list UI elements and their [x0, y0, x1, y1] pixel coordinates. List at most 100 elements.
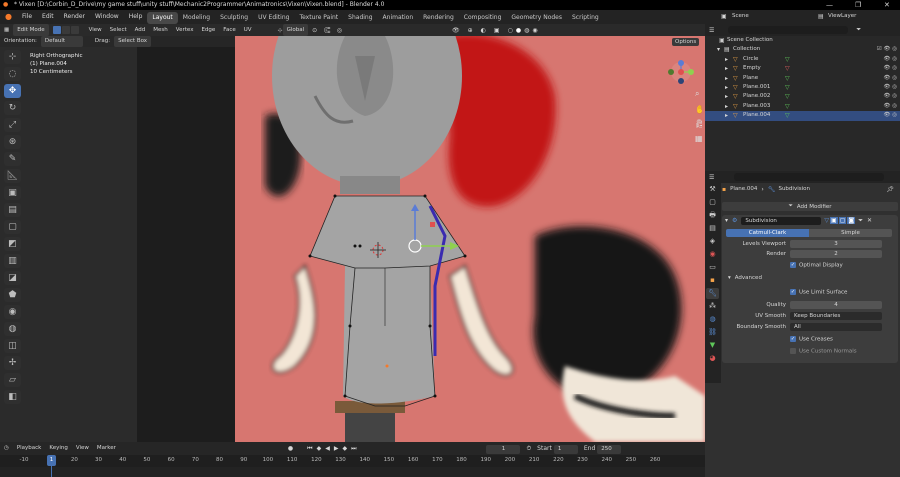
tab-texture-paint[interactable]: Texture Paint [294, 12, 343, 24]
expand-arrow-icon[interactable]: ▸ [725, 55, 728, 64]
tab-compositing[interactable]: Compositing [459, 12, 507, 24]
snap-icon[interactable]: 🧲︎ [323, 27, 331, 34]
maximize-button[interactable]: ❐ [855, 0, 861, 10]
expand-arrow-icon[interactable]: ▾ [717, 45, 720, 54]
menu-file[interactable]: File [17, 10, 37, 24]
use-custom-normals-checkbox[interactable]: Use Custom Normals [790, 348, 857, 355]
outliner-item[interactable]: ▸ ▽ Plane ▽ 👁︎ ◎ [705, 74, 900, 83]
tab-catmull-clark[interactable]: Catmull-Clark [726, 229, 809, 237]
inset-tool-icon[interactable]: ▢ [4, 220, 21, 234]
vertex-select-icon[interactable] [52, 26, 61, 34]
current-frame-field[interactable]: 1 [486, 445, 521, 454]
axis-gizmo-icon[interactable]: ⌕ ✋ 🎥︎ ▦ [660, 60, 705, 150]
transform-orientation-dropdown[interactable]: Global [282, 24, 309, 36]
expand-arrow-icon[interactable]: ▸ [725, 74, 728, 83]
world-tab-icon[interactable]: ◉ [706, 249, 719, 260]
object-data-icon[interactable]: ▽ [785, 102, 790, 111]
render-tab-icon[interactable]: ▢ [706, 197, 719, 208]
outliner-item[interactable]: ▸ ▽ Plane.002 ▽ 👁︎ ◎ [705, 92, 900, 101]
expand-arrow-icon[interactable]: ▸ [725, 92, 728, 101]
timeline-ruler[interactable]: -101020304050607080901001101201301401501… [0, 455, 705, 467]
viewport-toggle-icon[interactable]: ▢ [838, 217, 847, 224]
visibility-icon[interactable]: 👁︎ ◎ [883, 102, 897, 111]
prev-key-icon[interactable]: ◆ [317, 445, 322, 452]
visibility-icon[interactable]: 👁︎ ◎ [883, 111, 897, 120]
start-frame-field[interactable]: 1 [553, 445, 578, 454]
outliner-item[interactable]: ▸ ▽ Plane.004 ▽ 👁︎ ◎ [705, 111, 900, 121]
menu-view[interactable]: View [85, 24, 106, 36]
menu-mesh[interactable]: Mesh [149, 24, 171, 36]
expand-arrow-icon[interactable]: ▸ [725, 64, 728, 73]
object-data-icon[interactable]: ▽ [785, 83, 790, 92]
viewlayer-selector[interactable]: ViewLayer [828, 13, 856, 19]
object-tab-icon[interactable]: ▪ [706, 275, 719, 286]
solid-shading-icon[interactable]: ● [516, 27, 521, 34]
object-data-icon[interactable]: ▽ [785, 64, 790, 73]
object-data-icon[interactable]: ▽ [785, 55, 790, 64]
measure-tool-icon[interactable]: 📐︎ [4, 169, 21, 183]
properties-editor-icon[interactable]: ☰ [709, 174, 714, 181]
next-key-icon[interactable]: ◆ [342, 445, 347, 452]
jump-end-icon[interactable]: ⏭ [351, 445, 356, 453]
visibility-icon[interactable]: 👁︎ ◎ [883, 64, 897, 73]
edit-mode-toggle-icon[interactable]: ▽ [824, 217, 829, 224]
optimal-display-checkbox[interactable]: ✓ Optimal Display [790, 262, 843, 269]
visibility-icon[interactable]: 👁︎ [452, 27, 460, 34]
modifier-menu-icon[interactable]: ⏷ [858, 217, 863, 225]
orientation-dropdown[interactable]: Default [40, 36, 83, 47]
render-levels-field[interactable]: 2 [790, 250, 882, 258]
end-frame-field[interactable]: 250 [597, 445, 622, 454]
menu-keying[interactable]: Keying [45, 442, 71, 455]
constraints-tab-icon[interactable]: ⛓︎ [706, 327, 719, 338]
menu-render[interactable]: Render [59, 10, 90, 24]
menu-select[interactable]: Select [106, 24, 131, 36]
bevel-tool-icon[interactable]: ◩ [4, 237, 21, 251]
annotate-tool-icon[interactable]: ✎ [4, 152, 21, 166]
view-layer-tab-icon[interactable]: ▤ [706, 223, 719, 234]
add-modifier-button[interactable]: ⏷ Add Modifier [722, 202, 898, 211]
use-creases-checkbox[interactable]: ✓ Use Creases [790, 336, 833, 343]
cursor-tool-icon[interactable]: ⊹ [4, 50, 21, 64]
advanced-subpanel-header[interactable]: ▾ Advanced [728, 275, 762, 281]
move-tool-icon[interactable]: ✥ [4, 84, 21, 98]
jump-start-icon[interactable]: ⏮ [307, 445, 312, 453]
face-select-icon[interactable] [70, 26, 79, 34]
menu-window[interactable]: Window [90, 10, 124, 24]
outliner-item[interactable]: ▸ ▽ Plane.001 ▽ 👁︎ ◎ [705, 83, 900, 92]
poly-build-tool-icon[interactable]: ⬟ [4, 288, 21, 302]
expand-arrow-icon[interactable]: ▸ [725, 111, 728, 120]
blender-menu-icon[interactable]: ● [0, 10, 17, 24]
particles-tab-icon[interactable]: ⁂ [706, 301, 719, 312]
menu-face[interactable]: Face [219, 24, 239, 36]
scale-tool-icon[interactable]: ⤢ [4, 118, 21, 132]
gizmo-toggle-icon[interactable]: ⊕ [468, 27, 473, 34]
tab-animation[interactable]: Animation [378, 12, 419, 24]
navigation-gizmo[interactable]: ⌕ ✋ 🎥︎ ▦ [660, 60, 705, 150]
add-cube-tool-icon[interactable]: ▣ [4, 186, 21, 200]
stopwatch-icon[interactable]: ⏱ [526, 445, 531, 453]
tab-simple[interactable]: Simple [809, 229, 892, 237]
visibility-icon[interactable]: 👁︎ ◎ [883, 92, 897, 101]
3d-viewport[interactable] [235, 36, 705, 442]
collapse-arrow-icon[interactable]: ▾ [725, 217, 728, 224]
menu-uv[interactable]: UV [240, 24, 256, 36]
outliner-search-field[interactable] [728, 26, 849, 34]
minimize-button[interactable]: — [826, 0, 833, 10]
data-tab-icon[interactable]: ▼ [706, 340, 719, 351]
outliner-editor-icon[interactable]: ☰ [709, 27, 714, 34]
tab-layout[interactable]: Layout [147, 11, 178, 24]
spin-tool-icon[interactable]: ◉ [4, 305, 21, 319]
cage-toggle-icon[interactable]: ▣ [830, 217, 838, 224]
overlay-icon[interactable]: ◐ [481, 27, 486, 34]
outliner-item[interactable]: ▸ ▽ Plane.003 ▽ 👁︎ ◎ [705, 102, 900, 111]
play-icon[interactable]: ▶ [334, 445, 339, 452]
menu-help[interactable]: Help [124, 10, 148, 24]
knife-tool-icon[interactable]: ◪ [4, 271, 21, 285]
physics-tab-icon[interactable]: ◍ [706, 314, 719, 325]
tab-geometry-nodes[interactable]: Geometry Nodes [506, 12, 567, 24]
tab-scripting[interactable]: Scripting [567, 12, 604, 24]
options-dropdown[interactable]: Options [672, 38, 700, 46]
expand-arrow-icon[interactable]: ▸ [725, 102, 728, 111]
menu-edit[interactable]: Edit [37, 10, 59, 24]
proportional-icon[interactable]: ◎ [337, 27, 342, 34]
